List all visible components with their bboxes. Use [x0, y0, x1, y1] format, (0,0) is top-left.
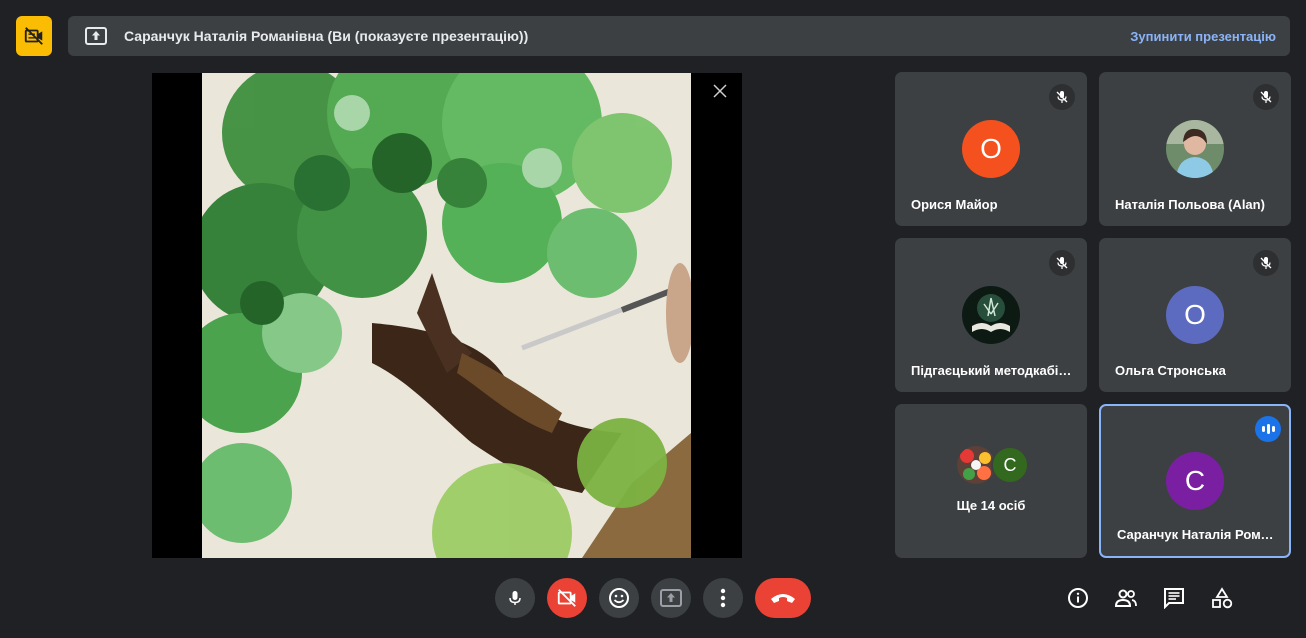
info-icon — [1068, 588, 1088, 608]
leave-call-button[interactable] — [755, 578, 811, 618]
meeting-details-button[interactable] — [1066, 586, 1090, 610]
participant-name: Підгаєцький методкабінет — [911, 363, 1075, 378]
more-participants-tile[interactable]: С Ще 14 осіб — [895, 404, 1087, 558]
present-screen-icon — [660, 589, 682, 607]
presenter-title: Саранчук Наталія Романівна (Ви (показуєт… — [124, 28, 529, 44]
presentation-stage — [152, 73, 742, 558]
tree-painting-image — [202, 73, 691, 558]
participant-name: Саранчук Наталія Романівна — [1117, 527, 1277, 542]
participant-tile[interactable]: Підгаєцький методкабінет — [895, 238, 1087, 392]
participant-tile[interactable]: О Орися Майор — [895, 72, 1087, 226]
avatar: О — [962, 120, 1020, 178]
participant-name: Орися Майор — [911, 197, 998, 212]
chat-icon — [1164, 588, 1184, 609]
avatar: С — [1166, 452, 1224, 510]
camera-off-icon — [557, 589, 576, 607]
participant-tile[interactable]: Наталія Польова (Alan) — [1099, 72, 1291, 226]
speaking-indicator-icon — [1255, 416, 1281, 442]
avatar-book-image — [962, 286, 1020, 344]
people-icon — [1114, 589, 1137, 607]
close-icon[interactable] — [710, 81, 730, 101]
more-vert-icon — [720, 588, 726, 608]
avatar-photo — [957, 446, 995, 484]
more-participants-label: Ще 14 осіб — [956, 498, 1026, 513]
participant-name: Наталія Польова (Alan) — [1115, 197, 1265, 212]
avatar: С — [991, 446, 1029, 484]
low-bandwidth-warning-button[interactable] — [16, 16, 52, 56]
people-button[interactable] — [1114, 586, 1138, 610]
chat-button[interactable] — [1162, 586, 1186, 610]
present-to-all-icon — [84, 24, 108, 48]
present-now-button[interactable] — [651, 578, 691, 618]
avatar-photo — [1166, 120, 1224, 178]
microphone-button[interactable] — [495, 578, 535, 618]
participant-name: Ольга Стронська — [1115, 363, 1226, 378]
microphone-icon — [509, 591, 521, 605]
stop-presentation-button[interactable]: Зупинити презентацію — [1130, 29, 1276, 44]
emoji-icon — [609, 588, 629, 608]
mic-off-icon — [1049, 84, 1075, 110]
no-video-icon — [24, 27, 43, 45]
reactions-button[interactable] — [599, 578, 639, 618]
avatar: О — [1166, 286, 1224, 344]
hangup-icon — [771, 594, 795, 603]
activities-icon — [1212, 587, 1233, 609]
mic-off-icon — [1253, 250, 1279, 276]
avatar-group: С — [957, 446, 1029, 486]
more-options-button[interactable] — [703, 578, 743, 618]
presentation-banner: Саранчук Наталія Романівна (Ви (показуєт… — [68, 16, 1290, 56]
participant-tile[interactable]: О Ольга Стронська — [1099, 238, 1291, 392]
camera-button[interactable] — [547, 578, 587, 618]
activities-button[interactable] — [1210, 586, 1234, 610]
participant-tile-self[interactable]: С Саранчук Наталія Романівна — [1099, 404, 1291, 558]
mic-off-icon — [1049, 250, 1075, 276]
mic-off-icon — [1253, 84, 1279, 110]
